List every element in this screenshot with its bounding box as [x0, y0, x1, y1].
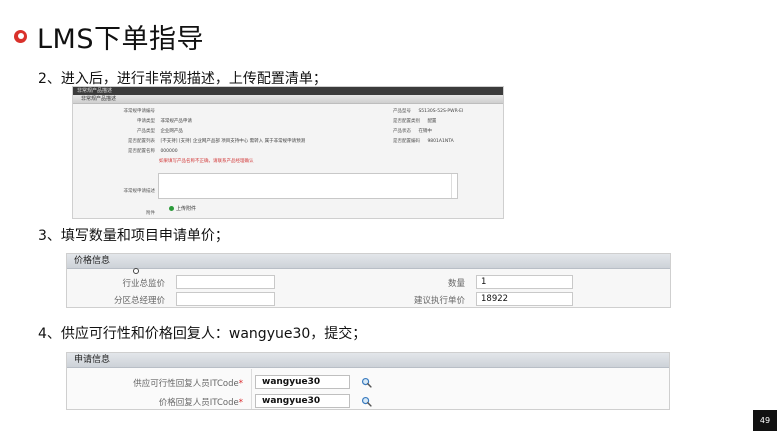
- attach-label-row: 附件: [146, 211, 155, 216]
- search-icon[interactable]: [361, 377, 372, 388]
- slide-title-area: LMS下单指导: [14, 16, 204, 56]
- price-info-panel: 价格信息 行业总监价 数量 1 分区总经理价 建议执行单价 18922: [66, 253, 671, 308]
- step-2-text: 2、进入后，进行非常规描述，上传配置清单；: [38, 71, 327, 87]
- textarea-scrollbar[interactable]: [451, 174, 457, 198]
- description-textarea[interactable]: [158, 173, 458, 199]
- quantity-label: 数量: [447, 279, 465, 289]
- industry-price-input[interactable]: [176, 275, 275, 289]
- supply-reply-itcode-input[interactable]: wangyue30: [255, 375, 350, 389]
- apply-panel-header: 申请信息: [67, 353, 669, 368]
- application-info-panel: 申请信息 供应可行性回复人员ITCode* wangyue30 价格回复人员IT…: [66, 352, 670, 410]
- slide-title: LMS下单指导: [37, 23, 204, 55]
- form-row-right: 是否配置编码 9801A1NTA: [393, 139, 454, 144]
- form-row: 非常规申请编号: [123, 109, 156, 114]
- quantity-input[interactable]: 1: [476, 275, 573, 289]
- region-price-label: 分区总经理价: [113, 296, 165, 306]
- price-reply-label: 价格回复人员ITCode*: [158, 398, 243, 408]
- form-row: 是否配置列表 [不支持] [支持] 企业网产品部 项目支持中心 需转入 属于非常…: [128, 139, 306, 144]
- page-number: 49: [753, 410, 777, 431]
- search-icon[interactable]: [361, 396, 372, 407]
- desc-label-row: 非常规申请描述: [123, 189, 156, 194]
- region-price-input[interactable]: [176, 292, 275, 306]
- form-row: 产品类型 企业网产品: [137, 129, 183, 134]
- upload-attachment-button[interactable]: 上传附件: [169, 205, 196, 212]
- upload-icon: [169, 206, 174, 211]
- screenshot-subbar: 非常规产品描述: [73, 95, 503, 104]
- form-row: 申请类型 非常规产品申请: [137, 119, 192, 124]
- industry-price-label: 行业总监价: [122, 279, 165, 289]
- radio-ring-icon[interactable]: [133, 268, 139, 274]
- product-description-screenshot: 非常规产品描述 非常规产品描述 非常规申请编号 产品型号 S5130S-52S-…: [72, 86, 504, 219]
- form-row-right: 是否配置类别 配置: [393, 119, 437, 124]
- form-row: 是否配置名称 000000: [128, 149, 178, 154]
- suggest-price-label: 建议执行单价: [413, 296, 465, 306]
- step-3-text: 3、填写数量和项目申请单价；: [38, 228, 229, 244]
- step-4-text: 4、供应可行性和价格回复人：wangyue30，提交；: [38, 326, 367, 342]
- price-panel-header: 价格信息: [67, 254, 670, 269]
- supply-reply-label: 供应可行性回复人员ITCode*: [133, 379, 243, 389]
- bullet-icon: [14, 29, 27, 43]
- form-row-right: 产品型号 S5130S-52S-PWR-EI: [393, 109, 464, 114]
- red-note: 如果填写产品名称不正确，请联系产品经理确认: [159, 159, 254, 164]
- suggest-price-input[interactable]: 18922: [476, 292, 573, 306]
- column-divider: [251, 369, 252, 409]
- price-reply-itcode-input[interactable]: wangyue30: [255, 394, 350, 408]
- screenshot-topbar: 非常规产品描述: [73, 87, 503, 95]
- form-row-right: 产品状态 在销中: [393, 129, 432, 134]
